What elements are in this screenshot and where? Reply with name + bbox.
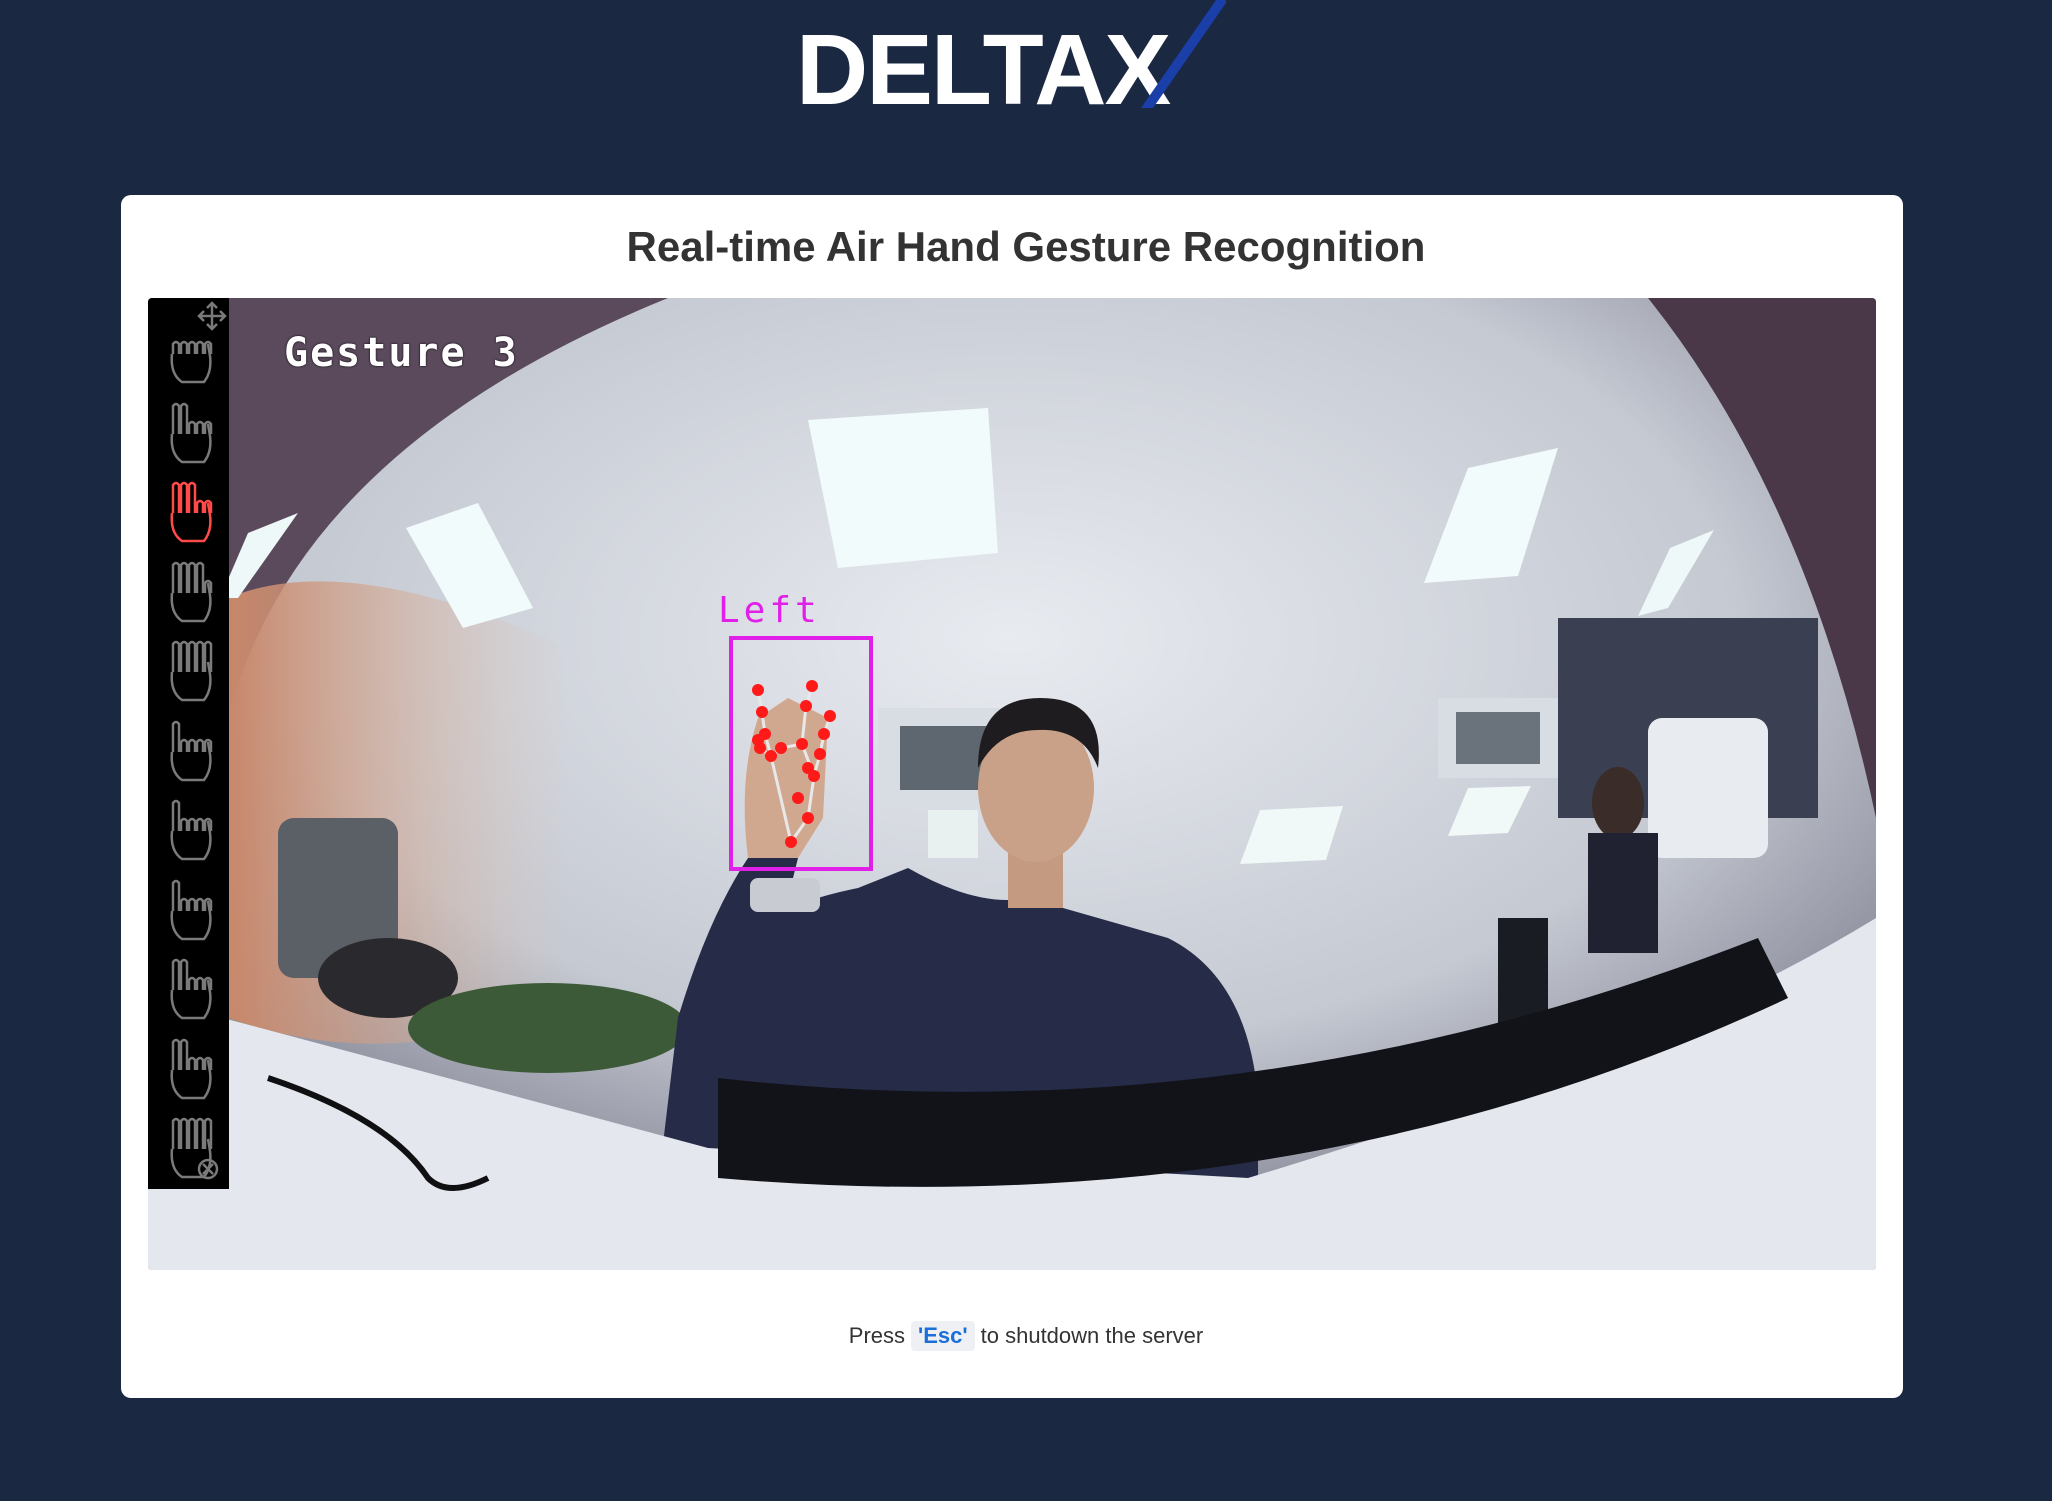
three-fingers-icon (152, 473, 228, 547)
deltax-logo: DELTAX (796, 0, 1226, 120)
fist-hand-icon-glyph (170, 340, 213, 384)
page-title: Real-time Air Hand Gesture Recognition (626, 223, 1426, 270)
rotate-finger-icon (152, 712, 228, 786)
hand-side-label: Left (718, 590, 821, 631)
four-fingers-icon (152, 553, 228, 627)
two-fingers-icon-glyph (170, 402, 213, 463)
three-fingers-icon-glyph (170, 481, 213, 543)
fist-hand-icon (152, 314, 228, 388)
thumbs-up-icon (152, 871, 228, 945)
cancel-hand-icon-glyph (170, 1117, 219, 1180)
camera-feed: Gesture 3 Left (148, 298, 1876, 1270)
four-fingers-icon-glyph (170, 561, 213, 622)
thumbs-up-icon-glyph (170, 879, 213, 940)
esc-key: 'Esc' (911, 1321, 975, 1351)
point-up-icon-glyph (170, 799, 213, 861)
cancel-hand-icon (152, 1109, 228, 1183)
shutdown-hint: Press 'Esc' to shutdown the server (0, 1321, 2052, 1351)
hint-prefix: Press (848, 1323, 906, 1348)
gesture-label: Gesture 3 (284, 330, 519, 376)
gesture-sidebar (148, 298, 229, 1189)
pinch-out-icon-glyph (170, 958, 213, 1020)
two-fingers-icon (152, 394, 228, 468)
camera-scene (148, 298, 1876, 1270)
pinch-in-icon-glyph (170, 1038, 213, 1099)
open-palm-icon-glyph (170, 640, 213, 702)
pinch-in-icon (152, 1030, 228, 1104)
point-up-icon (152, 791, 228, 865)
logo-slash-mark (1141, 0, 1226, 108)
rotate-finger-icon-glyph (170, 720, 213, 781)
pinch-out-icon (152, 950, 228, 1024)
hint-suffix: to shutdown the server (980, 1323, 1204, 1348)
open-palm-icon (152, 632, 228, 706)
